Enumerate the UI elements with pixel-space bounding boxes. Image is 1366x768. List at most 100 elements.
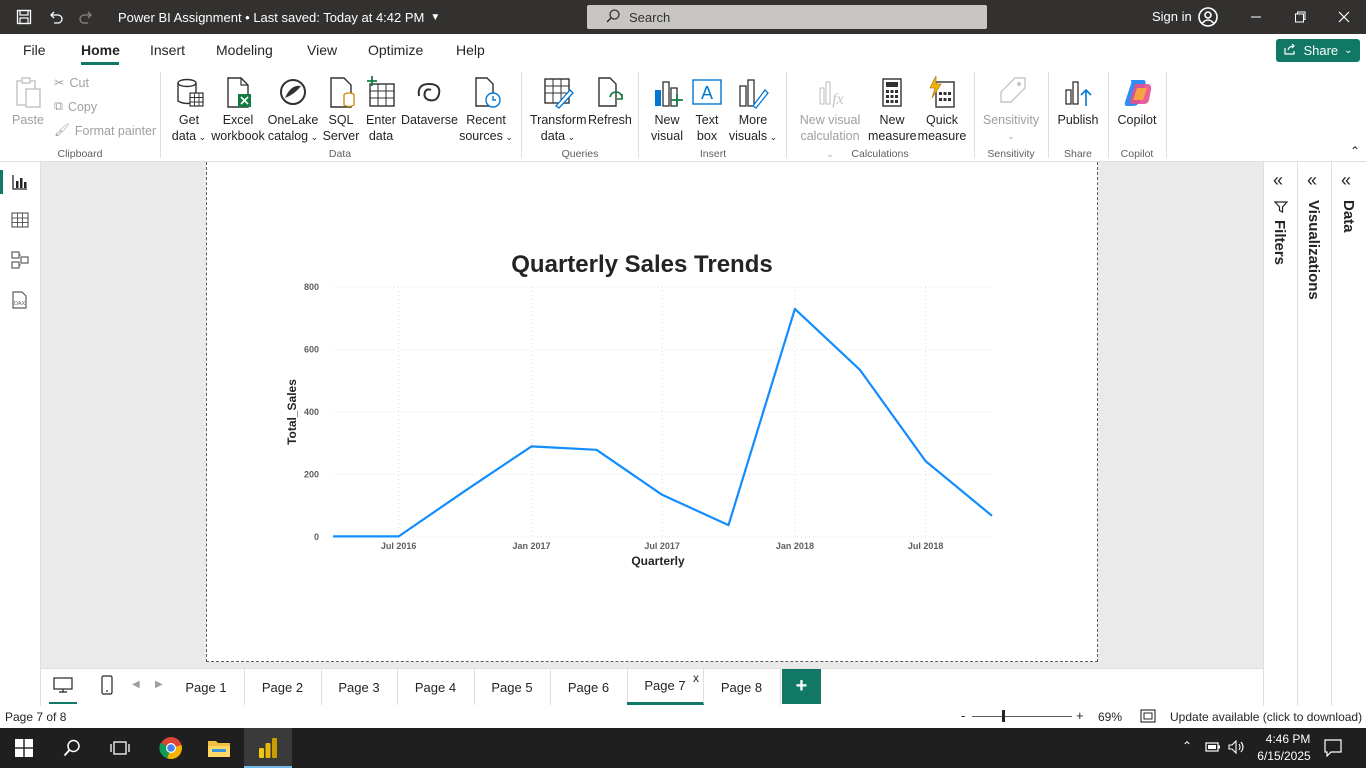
zoom-slider-thumb[interactable]: [1002, 710, 1005, 722]
share-button[interactable]: Share ⌄: [1276, 39, 1360, 62]
cut-button[interactable]: ✂ Cut: [54, 75, 89, 91]
get-data-button[interactable]: Get data ⌄: [169, 76, 209, 145]
scroll-right-icon[interactable]: ▶: [155, 679, 163, 690]
menu-view[interactable]: View: [307, 42, 337, 58]
new-visual-button[interactable]: New visual: [648, 76, 686, 144]
task-view-icon[interactable]: [96, 728, 144, 768]
menu-optimize[interactable]: Optimize: [368, 42, 423, 58]
taskbar-search-icon[interactable]: [48, 728, 96, 768]
page-tab-label: Page 1: [185, 679, 227, 695]
expand-data-icon[interactable]: «: [1341, 170, 1351, 191]
mobile-layout-icon[interactable]: [101, 675, 113, 698]
filters-pane[interactable]: « Filters: [1263, 162, 1297, 706]
menu-home[interactable]: Home: [81, 42, 120, 58]
menu-help[interactable]: Help: [456, 42, 485, 58]
report-view-icon[interactable]: [10, 172, 30, 192]
model-view-icon[interactable]: [10, 250, 30, 270]
windows-start-icon[interactable]: [0, 728, 48, 768]
minimize-button[interactable]: [1234, 0, 1278, 34]
sign-in-link[interactable]: Sign in: [1152, 9, 1192, 24]
active-menu-indicator: [81, 62, 119, 65]
page-tab-6[interactable]: Page 6: [551, 669, 628, 705]
redo-icon[interactable]: [76, 7, 96, 27]
quick-measure-button[interactable]: Quick measure: [917, 76, 967, 144]
chevron-down-icon: ⌄: [308, 132, 319, 142]
transform-data-button[interactable]: Transform data ⌄: [530, 76, 587, 145]
page-tab-4[interactable]: Page 4: [398, 669, 475, 705]
table-view-icon[interactable]: [10, 210, 30, 230]
page-tab-5[interactable]: Page 5: [474, 669, 551, 705]
restore-button[interactable]: [1278, 0, 1322, 34]
line-chart[interactable]: Quarterly Sales Trends 0 200 400 600 800 Jul 2…: [207, 162, 1097, 662]
sensitivity-button[interactable]: Sensitivity ⌄: [982, 76, 1040, 144]
text-box-button[interactable]: A Text box: [689, 76, 725, 144]
clock-time[interactable]: 4:46 PM: [1260, 732, 1316, 746]
new-measure-button[interactable]: New measure: [868, 76, 917, 144]
battery-icon[interactable]: [1205, 741, 1221, 756]
dataverse-button[interactable]: Dataverse: [401, 76, 458, 128]
onelake-catalog-button[interactable]: OneLake catalog ⌄: [267, 76, 319, 145]
zoom-level[interactable]: 69%: [1098, 710, 1122, 724]
x-tick-label: Jul 2017: [644, 541, 680, 551]
menu-insert[interactable]: Insert: [150, 42, 185, 58]
chrome-icon[interactable]: [147, 728, 195, 768]
undo-icon[interactable]: [46, 7, 66, 27]
expand-filters-icon[interactable]: «: [1273, 170, 1283, 191]
table-add-icon: [367, 76, 395, 107]
add-page-button[interactable]: +: [782, 669, 821, 704]
status-bar: Page 7 of 8 - + 69% Update available (cl…: [0, 706, 1366, 728]
page-tab-7[interactable]: Page 7 x: [627, 669, 704, 705]
expand-visualizations-icon[interactable]: «: [1307, 170, 1317, 191]
collapse-ribbon-icon[interactable]: ⌃: [1350, 144, 1360, 158]
x-tick-label: Jan 2017: [512, 541, 550, 551]
close-button[interactable]: [1322, 0, 1366, 34]
desktop-layout-icon[interactable]: [53, 676, 73, 697]
group-separator: [521, 72, 522, 158]
copilot-button[interactable]: Copilot: [1114, 76, 1160, 128]
file-explorer-icon[interactable]: [195, 728, 243, 768]
zoom-out-button[interactable]: -: [961, 708, 965, 723]
zoom-in-button[interactable]: +: [1076, 708, 1084, 723]
close-page-icon[interactable]: x: [693, 671, 699, 685]
page-tab-label: Page 5: [491, 679, 533, 695]
menu-file[interactable]: File: [23, 42, 46, 58]
chart-title: Quarterly Sales Trends: [511, 251, 772, 278]
update-available-link[interactable]: Update available (click to download): [1170, 710, 1362, 724]
visualizations-pane[interactable]: « Visualizations: [1297, 162, 1331, 706]
quick-measure-label-1: Quick: [926, 113, 958, 127]
enter-data-label-1: Enter: [366, 113, 396, 127]
menu-modeling[interactable]: Modeling: [216, 42, 273, 58]
page-tab-8[interactable]: Page 8: [704, 669, 781, 705]
page-tab-1[interactable]: Page 1: [168, 669, 245, 705]
avatar[interactable]: [1198, 7, 1218, 27]
paste-button[interactable]: Paste: [10, 76, 46, 128]
page-tab-2[interactable]: Page 2: [245, 669, 322, 705]
power-bi-taskbar-icon[interactable]: [244, 728, 292, 768]
search-input[interactable]: Search: [587, 5, 987, 29]
show-hidden-icons[interactable]: ⌃: [1182, 739, 1192, 753]
save-icon[interactable]: [14, 7, 34, 27]
notifications-icon[interactable]: [1324, 739, 1342, 760]
recent-sources-button[interactable]: Recent sources ⌄: [458, 76, 514, 145]
refresh-button[interactable]: Refresh: [588, 76, 632, 128]
excel-workbook-button[interactable]: Excel workbook: [210, 76, 266, 144]
volume-icon[interactable]: [1228, 739, 1246, 757]
more-visuals-button[interactable]: More visuals ⌄: [728, 76, 778, 145]
fit-to-page-icon[interactable]: [1140, 709, 1156, 726]
dax-query-view-icon[interactable]: DAX: [10, 290, 30, 310]
page-tabs: Page 1 Page 2 Page 3 Page 4 Page 5 Page 6 Page…: [168, 669, 788, 706]
zoom-slider[interactable]: [972, 716, 1072, 717]
format-painter-button[interactable]: 🖌 Format painter: [54, 123, 156, 138]
page-tab-label: Page 8: [720, 679, 763, 695]
sql-server-button[interactable]: SQL Server: [322, 76, 360, 144]
publish-button[interactable]: Publish: [1056, 76, 1100, 128]
data-pane[interactable]: « Data: [1331, 162, 1366, 706]
enter-data-button[interactable]: Enter data: [362, 76, 400, 144]
page-tab-3[interactable]: Page 3: [321, 669, 398, 705]
scroll-left-icon[interactable]: ◀: [132, 679, 140, 690]
chevron-down-icon[interactable]: ▼: [430, 12, 440, 23]
new-visual-calc-label-1: New visual: [799, 113, 861, 127]
copy-button[interactable]: ⧉ Copy: [54, 99, 97, 114]
refresh-label: Refresh: [588, 113, 632, 127]
clock-date[interactable]: 6/15/2025: [1252, 749, 1316, 763]
